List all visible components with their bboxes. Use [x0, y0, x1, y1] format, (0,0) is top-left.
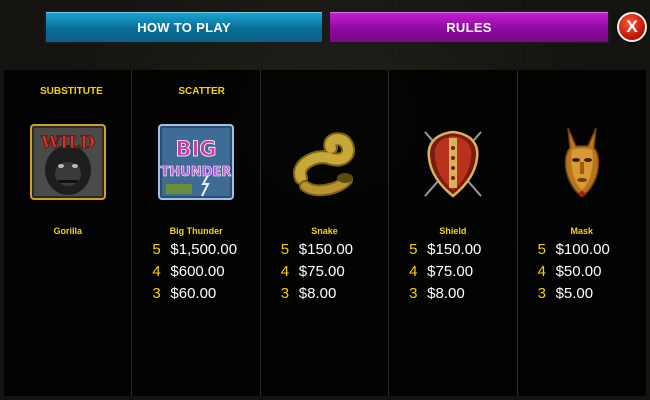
payout-list: 5 $100.00 4 $50.00 3 $5.00 [538, 241, 610, 307]
big-thunder-icon: BIG THUNDER [158, 124, 235, 200]
shield-icon [415, 124, 491, 200]
symbol-name: Big Thunder [169, 226, 223, 236]
payout-row: 3 $8.00 [409, 285, 465, 302]
paytable-column-gorilla: SUBSTITUTE WILD Gorilla [4, 70, 133, 396]
paytable-column-big-thunder: SCATTER BIG THUNDER Big Thunder 5 $1,500.… [132, 70, 261, 396]
paytable-column-mask: Mask 5 $100.00 4 $50.00 3 $5.00 [518, 70, 646, 396]
mask-icon [544, 124, 620, 200]
symbol-name: Snake [311, 226, 338, 236]
column-label: SUBSTITUTE [40, 86, 103, 97]
payout-list: 5 $150.00 4 $75.00 3 $8.00 [409, 241, 481, 307]
tab-rules[interactable]: RULES [328, 10, 610, 44]
snake-icon [287, 124, 363, 200]
payout-row: 5 $1,500.00 [152, 241, 238, 258]
payout-row: 3 $8.00 [280, 285, 337, 302]
close-button[interactable]: X [617, 12, 647, 42]
paytable-column-shield: Shield 5 $150.00 4 $75.00 3 $8.00 [389, 70, 518, 396]
symbol-name: Shield [439, 226, 467, 236]
wild-logo-text: WILD [40, 133, 95, 153]
paytable-panel: SUBSTITUTE WILD Gorilla SCATTER BIG THUN… [4, 70, 646, 396]
payout-row: 4 $600.00 [152, 263, 225, 280]
payout-row: 3 $5.00 [537, 285, 594, 302]
payout-row: 5 $100.00 [537, 241, 610, 258]
symbol-name: Gorilla [53, 226, 82, 236]
column-label: SCATTER [178, 86, 225, 97]
tab-how-to-play[interactable]: HOW TO PLAY [44, 10, 324, 44]
close-icon: X [626, 17, 638, 36]
big-logo-text: BIG [176, 137, 217, 161]
payout-row: 4 $75.00 [280, 263, 345, 280]
paytable-column-snake: Snake 5 $150.00 4 $75.00 3 $8.00 [261, 70, 390, 396]
payout-row: 4 $75.00 [409, 263, 474, 280]
payout-list: 5 $1,500.00 4 $600.00 3 $60.00 [152, 241, 237, 307]
payout-row: 5 $150.00 [280, 241, 354, 258]
payout-row: 3 $60.00 [152, 285, 217, 302]
thunder-logo-text: THUNDER [161, 165, 232, 180]
payout-row: 4 $50.00 [537, 263, 602, 280]
symbol-name: Mask [570, 226, 594, 236]
payout-row: 5 $150.00 [409, 241, 482, 258]
wild-gorilla-icon: WILD [30, 124, 106, 200]
payout-list: 5 $150.00 4 $75.00 3 $8.00 [281, 241, 353, 307]
